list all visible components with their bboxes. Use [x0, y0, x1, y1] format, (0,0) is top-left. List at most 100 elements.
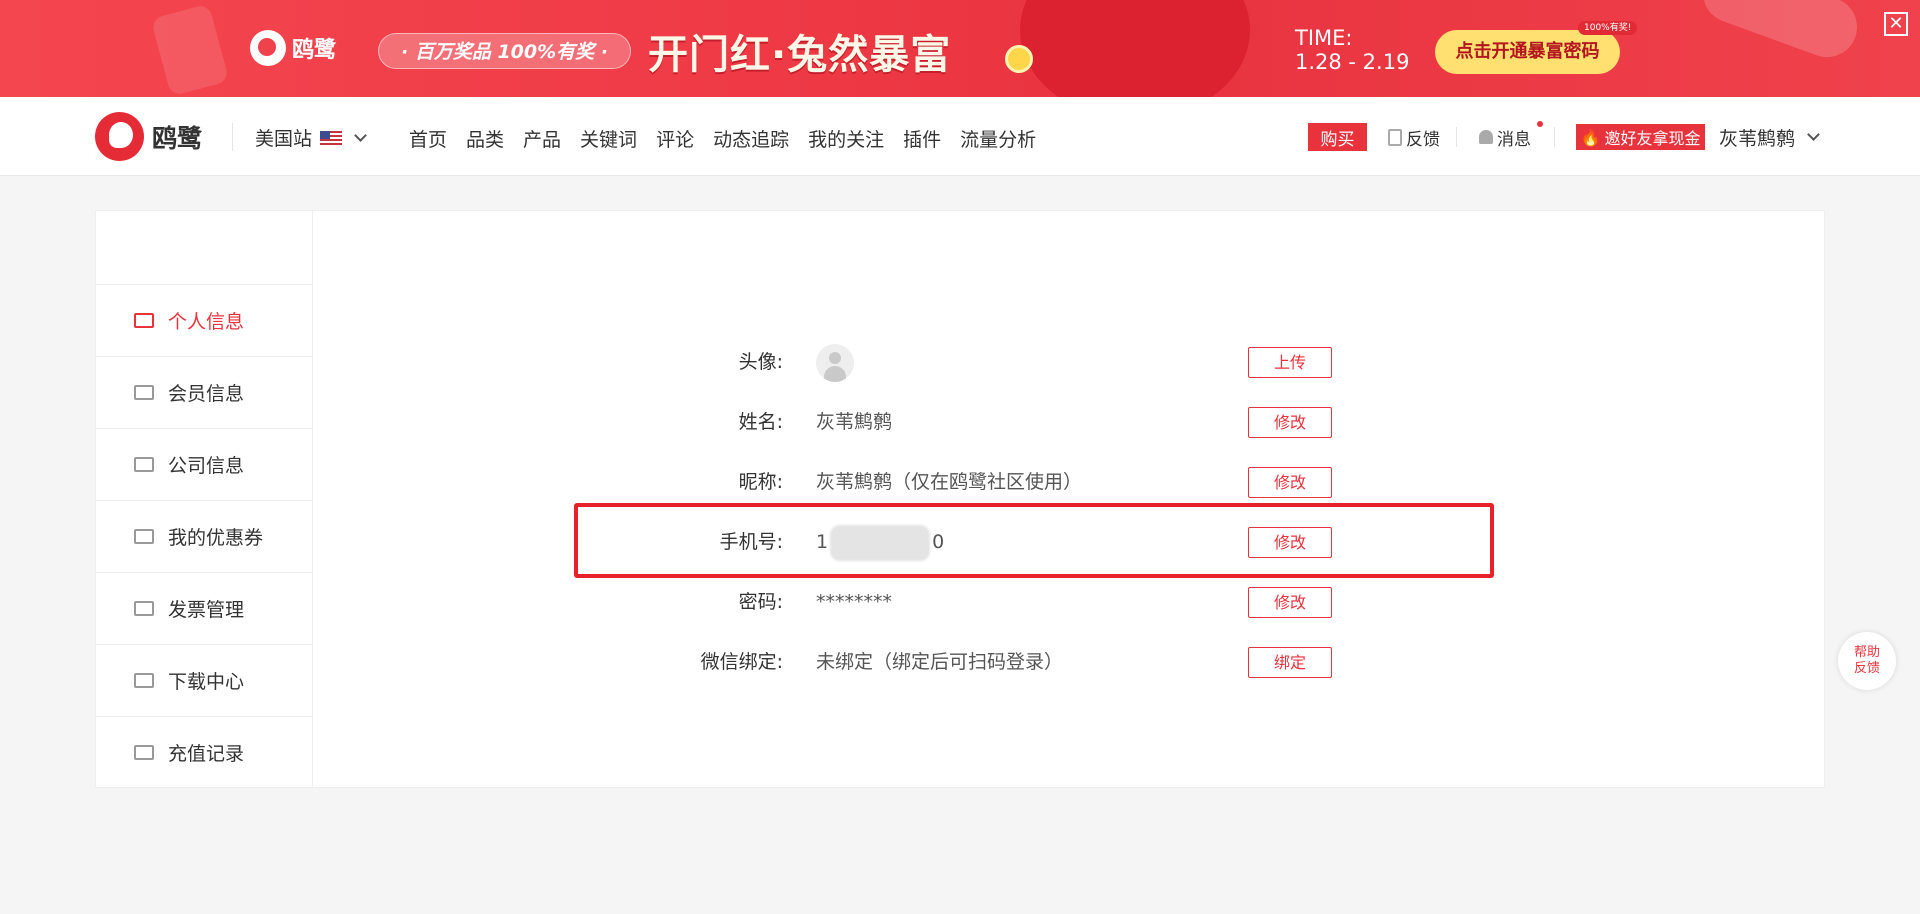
banner-decoration	[1694, 0, 1866, 66]
banner-time: TIME: 1.28 - 2.19	[1295, 26, 1409, 74]
us-flag-icon	[320, 130, 343, 145]
edit-name-button[interactable]: 修改	[1248, 407, 1332, 438]
menu-item-plugin[interactable]: 插件	[903, 125, 941, 152]
edit-password-button[interactable]: 修改	[1248, 587, 1332, 618]
banner-logo: 鸥鹭	[250, 30, 336, 66]
avatar-row: 头像: 上传	[313, 342, 1824, 382]
site-logo[interactable]: 鸥鹭	[95, 112, 202, 161]
buy-button[interactable]: 购买	[1308, 123, 1367, 151]
profile-form: 头像: 上传 姓名: 灰苇鹪鹩 修改 昵称: 灰苇鹪鹩（仅在鸥鹭社区使用） 修改…	[313, 211, 1824, 787]
sidebar-item-label: 下载中心	[168, 671, 245, 693]
top-nav: 鸥鹭 美国站 首页 品类 产品 关键词 评论 动态追踪 我的关注 插件 流量分析…	[0, 97, 1920, 176]
password-label: 密码:	[738, 591, 783, 613]
menu-item-tracking[interactable]: 动态追踪	[713, 125, 789, 152]
flame-icon: 🔥	[1580, 127, 1601, 147]
sidebar-item-label: 发票管理	[168, 599, 245, 621]
bell-icon	[1479, 130, 1493, 144]
main-menu: 首页 品类 产品 关键词 评论 动态追踪 我的关注 插件 流量分析	[409, 125, 1036, 152]
cloud-download-icon	[134, 673, 154, 688]
user-name: 灰苇鹪鹩	[1719, 127, 1796, 150]
site-selector[interactable]: 美国站	[255, 124, 367, 151]
brand-logo-icon	[250, 30, 286, 66]
wechat-label: 微信绑定:	[700, 651, 783, 673]
sidebar-item-label: 我的优惠券	[168, 527, 264, 549]
feedback-icon	[1388, 128, 1402, 146]
menu-item-product[interactable]: 产品	[523, 125, 561, 152]
sidebar-item-company[interactable]: 公司信息	[96, 428, 312, 500]
sidebar-item-invoices[interactable]: 发票管理	[96, 572, 312, 644]
upload-avatar-button[interactable]: 上传	[1248, 347, 1332, 378]
menu-item-home[interactable]: 首页	[409, 125, 447, 152]
banner-cta-tag: 100%有奖!	[1578, 21, 1638, 35]
sidebar-item-label: 会员信息	[168, 383, 245, 405]
messages-link[interactable]: 消息	[1479, 123, 1531, 151]
sidebar-item-label: 公司信息	[168, 455, 245, 477]
brand-logo-icon	[95, 112, 144, 161]
coin-icon	[1005, 45, 1033, 73]
nickname-row: 昵称: 灰苇鹪鹩（仅在鸥鹭社区使用） 修改	[313, 462, 1824, 502]
menu-item-traffic[interactable]: 流量分析	[960, 125, 1036, 152]
site-logo-text: 鸥鹭	[152, 123, 203, 153]
bind-wechat-button[interactable]: 绑定	[1248, 647, 1332, 678]
phone-label: 手机号:	[719, 531, 783, 553]
site-selector-label: 美国站	[255, 128, 313, 150]
phone-row: 手机号: 10 修改	[313, 522, 1824, 562]
chevron-down-icon	[354, 128, 367, 142]
account-sidebar: 个人信息 会员信息 公司信息 我的优惠券 发票管理 下载中心 充值记录	[96, 211, 313, 787]
banner-time-range: 1.28 - 2.19	[1295, 50, 1410, 74]
edit-phone-button[interactable]: 修改	[1248, 527, 1332, 558]
banner-brand-text: 鸥鹭	[292, 38, 337, 63]
ticket-icon	[134, 529, 154, 544]
help-label: 帮助	[1853, 645, 1880, 660]
feedback-link[interactable]: 反馈	[1388, 123, 1440, 151]
banner-close-icon[interactable]: ✕	[1884, 12, 1908, 36]
promo-banner[interactable]: 鸥鹭 · 百万奖品 100%有奖 · 开门红·兔然暴富 TIME: 1.28 -…	[0, 0, 1920, 97]
phone-redacted-blur	[830, 524, 931, 561]
wechat-row: 微信绑定: 未绑定（绑定后可扫码登录） 绑定	[313, 642, 1824, 682]
password-row: 密码: ******** 修改	[313, 582, 1824, 622]
avatar	[816, 344, 854, 382]
menu-item-category[interactable]: 品类	[466, 125, 504, 152]
wechat-value: 未绑定（绑定后可扫码登录）	[816, 651, 1064, 673]
notification-dot	[1537, 121, 1543, 127]
nickname-value: 灰苇鹪鹩（仅在鸥鹭社区使用）	[816, 471, 1083, 493]
menu-item-following[interactable]: 我的关注	[808, 125, 884, 152]
sidebar-item-label: 个人信息	[168, 311, 245, 333]
nickname-label: 昵称:	[738, 471, 783, 493]
sidebar-item-membership[interactable]: 会员信息	[96, 356, 312, 428]
nav-divider	[1456, 127, 1457, 147]
account-card: 个人信息 会员信息 公司信息 我的优惠券 发票管理 下载中心 充值记录 头像:	[95, 210, 1825, 788]
edit-nickname-button[interactable]: 修改	[1248, 467, 1332, 498]
name-row: 姓名: 灰苇鹪鹩 修改	[313, 402, 1824, 442]
menu-item-keyword[interactable]: 关键词	[580, 125, 637, 152]
invite-label: 邀好友拿现金	[1604, 129, 1701, 148]
chevron-down-icon	[1807, 128, 1820, 141]
messages-label: 消息	[1497, 129, 1531, 150]
sidebar-item-recharge[interactable]: 充值记录	[96, 716, 312, 788]
user-menu[interactable]: 灰苇鹪鹩	[1719, 123, 1820, 151]
sidebar-item-label: 充值记录	[168, 743, 245, 765]
banner-cta-button[interactable]: 点击开通暴富密码	[1435, 30, 1620, 74]
menu-item-review[interactable]: 评论	[656, 125, 694, 152]
invite-friends-button[interactable]: 🔥 邀好友拿现金	[1576, 124, 1705, 150]
phone-value-end: 0	[932, 531, 945, 553]
banner-prize-pill: · 百万奖品 100%有奖 ·	[378, 33, 631, 69]
nav-divider	[232, 123, 233, 151]
banner-decoration	[150, 3, 230, 97]
banner-title: 开门红·兔然暴富	[648, 32, 952, 78]
sidebar-item-personal-info[interactable]: 个人信息	[96, 284, 312, 356]
banner-rabbit-decoration	[1020, 0, 1250, 97]
sidebar-item-downloads[interactable]: 下载中心	[96, 644, 312, 716]
name-label: 姓名:	[738, 411, 783, 433]
phone-value-start: 1	[816, 531, 829, 553]
name-value: 灰苇鹪鹩	[816, 411, 893, 433]
banner-time-label: TIME:	[1295, 26, 1353, 50]
password-value: ********	[816, 591, 892, 613]
sidebar-item-coupons[interactable]: 我的优惠券	[96, 500, 312, 572]
cloud-download-icon	[134, 745, 154, 760]
feedback-label: 反馈	[1853, 661, 1880, 676]
avatar-label: 头像:	[738, 351, 783, 373]
phone-value: 10	[816, 522, 944, 562]
building-icon	[134, 457, 154, 472]
help-feedback-button[interactable]: 帮助 反馈	[1838, 632, 1896, 690]
